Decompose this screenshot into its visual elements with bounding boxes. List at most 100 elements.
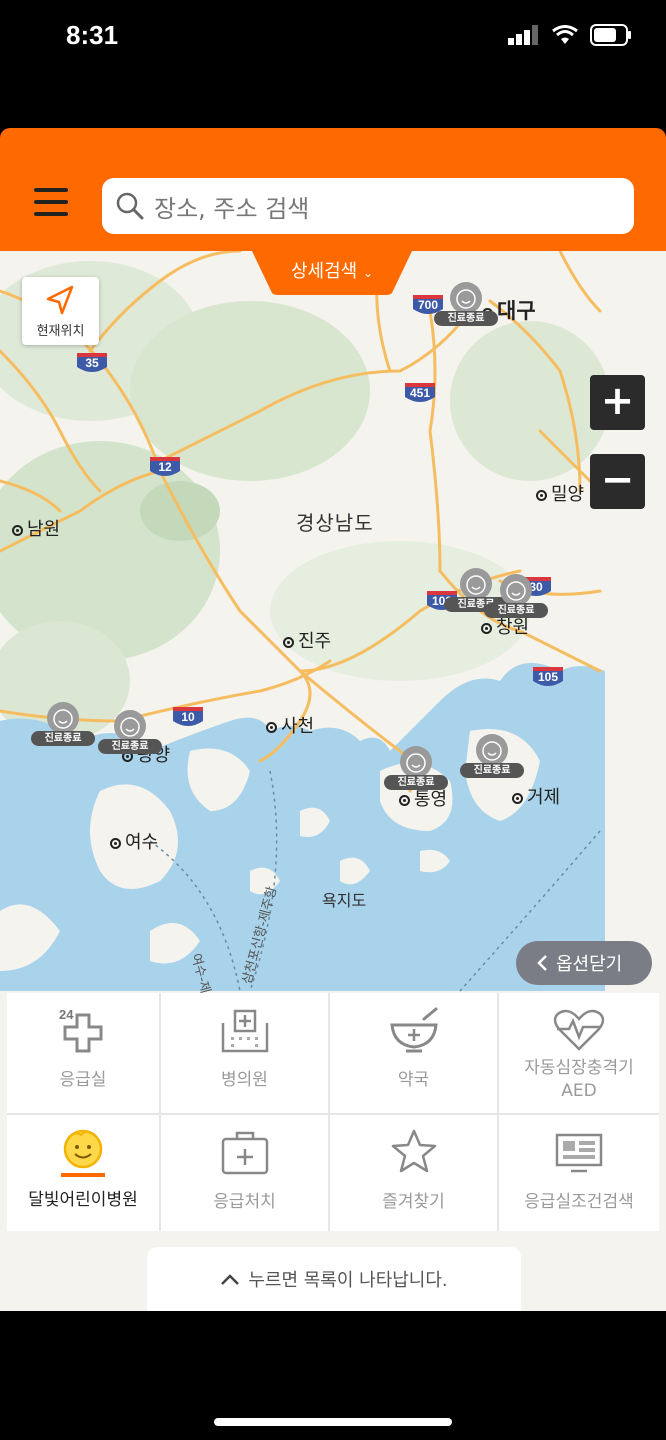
category-firstaid-label: 응급처치 — [213, 1192, 276, 1212]
place-yokjido: 욕지도 — [322, 891, 367, 910]
place-geoje-label: 거제 — [527, 787, 561, 808]
status-bar: 8:31 — [0, 0, 666, 128]
marker-status: 진료종료 — [460, 763, 524, 778]
category-moonlight-label: 달빛어린이병원 — [28, 1190, 138, 1210]
category-favorites-label: 즐겨찾기 — [382, 1192, 445, 1212]
category-aed-label: 자동심장충격기 AED — [499, 1057, 659, 1103]
list-toggle-label: 누르면 목록이 나타납니다. — [248, 1270, 448, 1291]
place-jinju: 진주 — [283, 627, 331, 653]
smiley-face-icon — [450, 282, 482, 314]
marker-status: 진료종료 — [434, 311, 498, 326]
route-shield: 12 — [149, 455, 181, 479]
category-grid: 24 응급실 병의원 약국 자동심장충격기 AED 달빛어린이병원 응급처치 즐… — [7, 993, 659, 1231]
medical-cross-icon: 24 — [59, 1007, 103, 1053]
zoom-out-button[interactable]: − — [590, 454, 645, 509]
er-icon: 24 — [7, 1005, 159, 1053]
smiley-face-icon — [400, 746, 432, 778]
er-badge: 24 — [59, 1007, 74, 1022]
category-pharmacy-label: 약국 — [397, 1070, 430, 1090]
marker-status: 진료종료 — [31, 731, 95, 746]
place-sacheon: 사천 — [266, 712, 314, 738]
hospital-building-icon — [161, 1005, 328, 1053]
place-namwon: 남원 — [12, 515, 60, 541]
category-moonlight[interactable]: 달빛어린이병원 — [7, 1115, 159, 1231]
home-indicator — [214, 1418, 452, 1426]
app-header: 장소, 주소 검색 — [0, 128, 666, 251]
app-screen: 8:31 장소, 주소 검색 상세검색 ⌄ 현재위치 + − 대구 밀양 남원 … — [0, 0, 666, 1440]
place-daegu-label: 대구 — [497, 299, 536, 323]
place-tongyeong-label: 통영 — [414, 789, 448, 810]
smiley-face-icon — [114, 710, 146, 742]
place-miryang: 밀양 — [536, 480, 584, 506]
place-namwon-label: 남원 — [27, 519, 61, 540]
marker-status: 진료종료 — [384, 775, 448, 790]
hospital-marker[interactable]: 진료종료 — [434, 281, 498, 327]
route-number: 105 — [537, 670, 559, 684]
search-icon — [116, 192, 144, 220]
child-face-icon — [7, 1127, 159, 1177]
place-changwon-label: 창원 — [496, 617, 530, 638]
route-number: 10 — [181, 710, 195, 724]
route-shield: 105 — [532, 665, 564, 689]
hospital-marker[interactable]: 진료종료 — [484, 573, 548, 619]
category-favorites[interactable]: 즐겨찾기 — [330, 1115, 497, 1231]
category-hospital-label: 병의원 — [221, 1070, 268, 1090]
category-aed-text: 자동심장충격기 — [524, 1058, 634, 1078]
category-pharmacy[interactable]: 약국 — [330, 993, 497, 1113]
route-shield: 451 — [404, 381, 436, 405]
chevron-down-icon: ⌄ — [362, 266, 374, 280]
signal-icon — [508, 25, 538, 45]
detail-search-label: 상세검색 ⌄ — [252, 257, 412, 283]
place-yeosu-label: 여수 — [125, 832, 159, 853]
zoom-in-button[interactable]: + — [590, 375, 645, 430]
category-er-condition-label: 응급실조건검색 — [524, 1192, 634, 1212]
monitor-icon — [499, 1127, 659, 1175]
smiley-face-icon — [500, 574, 532, 606]
pharmacy-bowl-icon — [330, 1005, 497, 1053]
list-toggle-button[interactable]: 누르면 목록이 나타납니다. — [147, 1247, 521, 1311]
battery-icon — [590, 24, 631, 46]
wifi-icon — [552, 25, 578, 44]
route-shield: 10 — [172, 705, 204, 729]
search-input[interactable]: 장소, 주소 검색 — [102, 178, 634, 234]
place-yeosu: 여수 — [110, 828, 158, 854]
menu-icon[interactable] — [34, 188, 70, 218]
current-location-button[interactable]: 현재위치 — [22, 277, 99, 345]
route-number: 35 — [85, 356, 99, 370]
region-label: 경상남도 — [296, 511, 374, 535]
status-time: 8:31 — [66, 20, 119, 50]
marker-status: 진료종료 — [98, 739, 162, 754]
category-aed[interactable]: 자동심장충격기 AED — [499, 993, 659, 1113]
smiley-face-icon — [476, 734, 508, 766]
hospital-marker[interactable]: 진료종료 — [98, 709, 162, 755]
place-geoje: 거제 — [512, 783, 560, 809]
category-hospital[interactable]: 병의원 — [161, 993, 328, 1113]
option-close-label: 옵션닫기 — [556, 954, 623, 975]
navigation-arrow-icon — [46, 285, 74, 315]
place-sacheon-label: 사천 — [281, 716, 315, 737]
heart-pulse-icon — [499, 1005, 659, 1053]
route-shield: 35 — [76, 351, 108, 375]
option-close-button[interactable]: 옵션닫기 — [516, 941, 652, 985]
chevron-up-icon — [221, 1274, 240, 1285]
category-aed-subtext: AED — [561, 1081, 597, 1101]
current-location-label: 현재위치 — [36, 324, 85, 339]
first-aid-kit-icon — [161, 1127, 328, 1175]
smiley-face-icon — [47, 702, 79, 734]
hospital-marker[interactable]: 진료종료 — [31, 701, 95, 747]
place-jinju-label: 진주 — [298, 631, 332, 652]
map-view[interactable]: 상세검색 ⌄ 현재위치 + − 대구 밀양 남원 경상남도 진주 창원 사천 광… — [0, 251, 666, 1311]
route-number: 12 — [158, 460, 172, 474]
route-number: 451 — [409, 386, 431, 400]
hospital-marker[interactable]: 진료종료 — [384, 745, 448, 791]
hospital-marker[interactable]: 진료종료 — [460, 733, 524, 779]
place-miryang-label: 밀양 — [551, 484, 585, 505]
status-icons — [508, 24, 632, 46]
detail-search-button[interactable]: 상세검색 ⌄ — [252, 251, 412, 295]
category-er[interactable]: 24 응급실 — [7, 993, 159, 1113]
category-firstaid[interactable]: 응급처치 — [161, 1115, 328, 1231]
search-placeholder: 장소, 주소 검색 — [154, 194, 310, 223]
marker-status: 진료종료 — [484, 603, 548, 618]
category-er-condition[interactable]: 응급실조건검색 — [499, 1115, 659, 1231]
star-icon — [330, 1127, 497, 1175]
